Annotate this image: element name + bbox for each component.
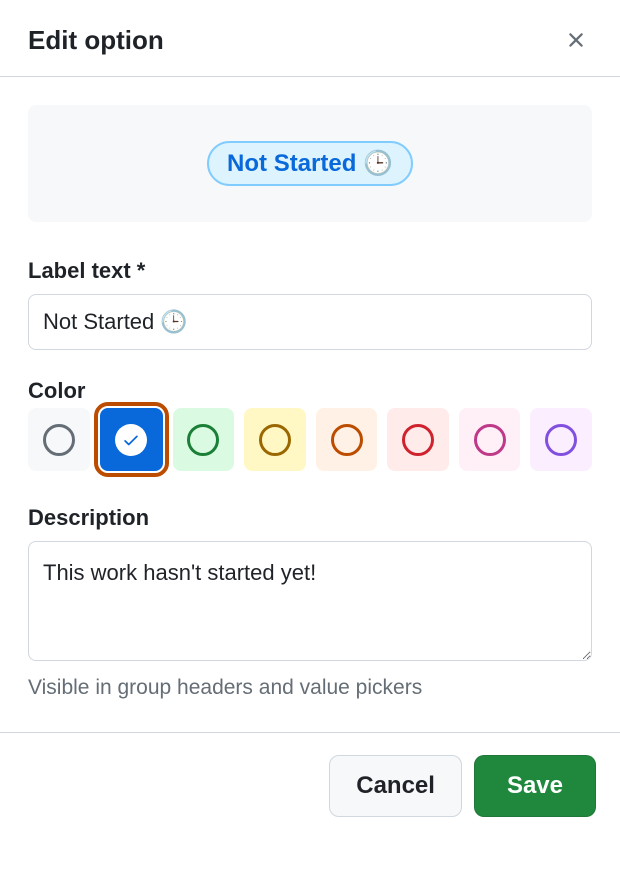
color-group: Color [28, 378, 592, 471]
close-button[interactable] [560, 24, 592, 56]
label-text-input[interactable] [28, 294, 592, 350]
label-text-label: Label text * [28, 258, 592, 284]
ring-icon [402, 424, 434, 456]
check-icon [115, 424, 147, 456]
color-swatch-orange[interactable] [316, 408, 378, 471]
color-swatch-green[interactable] [173, 408, 235, 471]
save-button[interactable]: Save [474, 755, 596, 817]
color-swatch-yellow[interactable] [244, 408, 306, 471]
color-swatch-gray[interactable] [28, 408, 90, 471]
close-icon [564, 28, 588, 52]
dialog-body: Not Started 🕒 Label text * Color [0, 77, 620, 732]
label-text-group: Label text * [28, 258, 592, 350]
color-swatch-blue[interactable] [100, 408, 163, 471]
dialog-title: Edit option [28, 25, 164, 56]
cancel-button[interactable]: Cancel [329, 755, 462, 817]
preview-section: Not Started 🕒 [28, 105, 592, 222]
ring-icon [331, 424, 363, 456]
color-label: Color [28, 378, 592, 404]
description-label: Description [28, 505, 592, 531]
ring-icon [545, 424, 577, 456]
ring-icon [259, 424, 291, 456]
ring-icon [187, 424, 219, 456]
description-textarea[interactable] [28, 541, 592, 661]
preview-chip: Not Started 🕒 [207, 141, 413, 186]
color-swatch-pink[interactable] [459, 408, 521, 471]
ring-icon [43, 424, 75, 456]
dialog-footer: Cancel Save [0, 732, 620, 839]
color-swatches [28, 408, 592, 471]
color-swatch-red[interactable] [387, 408, 449, 471]
swatch-highlight [100, 408, 163, 471]
dialog-header: Edit option [0, 0, 620, 77]
description-group: Description Visible in group headers and… [28, 505, 592, 700]
ring-icon [474, 424, 506, 456]
description-help: Visible in group headers and value picke… [28, 676, 592, 700]
color-swatch-purple[interactable] [530, 408, 592, 471]
